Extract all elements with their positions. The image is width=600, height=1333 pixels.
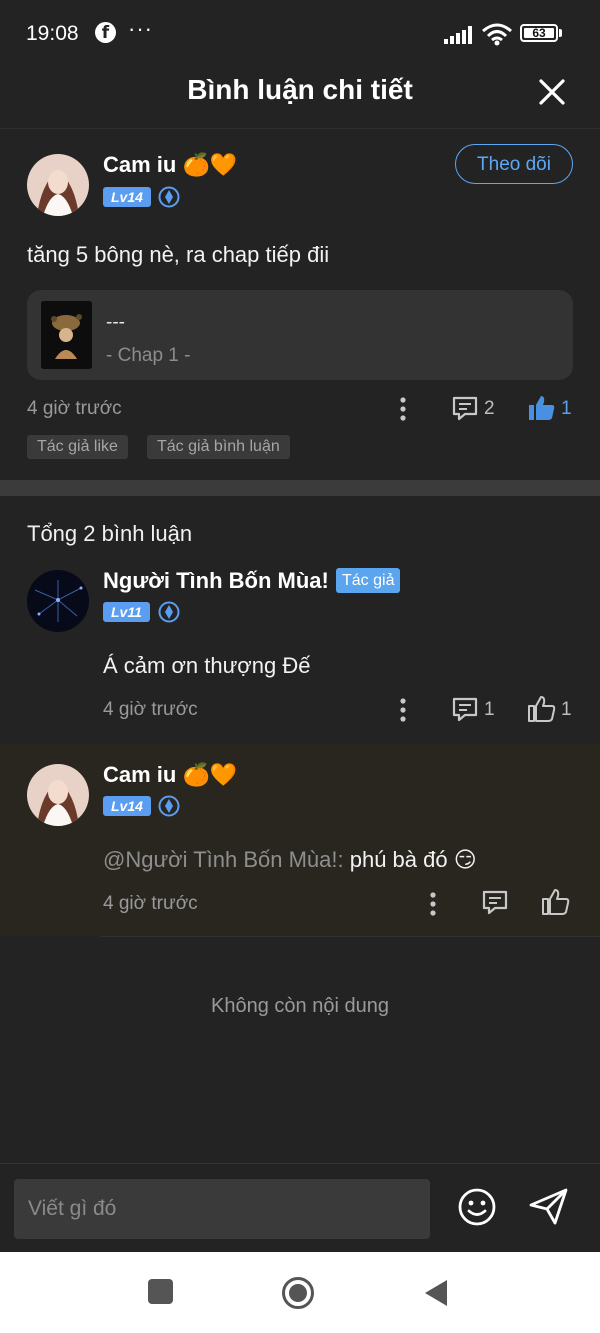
more-options-icon[interactable] xyxy=(426,891,440,917)
reply-icon[interactable] xyxy=(451,696,479,723)
battery-icon: 63 xyxy=(520,24,558,42)
status-bar: 19:08 f ··· 63 xyxy=(0,0,600,66)
recent-apps-icon[interactable] xyxy=(148,1279,173,1304)
tag-author-comment: Tác giả bình luận xyxy=(147,435,290,459)
chapter-thumbnail xyxy=(41,301,92,369)
reply-icon[interactable] xyxy=(451,395,479,422)
level-badge: Lv14 xyxy=(103,796,151,816)
more-options-icon[interactable] xyxy=(396,396,410,422)
back-icon[interactable] xyxy=(423,1278,449,1308)
wifi-icon xyxy=(482,23,512,46)
username[interactable]: Cam iu 🍊🧡 xyxy=(103,762,237,788)
battery-cap xyxy=(559,29,562,37)
highlighted-reply xyxy=(0,744,600,936)
end-of-list-label: Không còn nội dung xyxy=(211,995,389,1017)
level-badge: Lv11 xyxy=(103,602,150,622)
battery-level: 63 xyxy=(532,26,546,40)
avatar[interactable] xyxy=(27,570,89,632)
reply-time: 4 giờ trước xyxy=(103,893,198,914)
send-icon[interactable] xyxy=(528,1187,570,1227)
verified-icon xyxy=(158,795,180,817)
reply-icon[interactable] xyxy=(481,889,509,916)
like-icon-active[interactable] xyxy=(527,393,557,423)
comment-time: 4 giờ trước xyxy=(27,398,122,419)
facebook-icon: f xyxy=(95,22,116,43)
author-badge: Tác giả xyxy=(336,568,401,593)
status-more: ··· xyxy=(128,16,153,41)
chapter-title: --- xyxy=(106,312,125,333)
reply-count: 2 xyxy=(484,398,495,419)
reply-divider xyxy=(100,936,600,937)
avatar[interactable] xyxy=(27,764,89,826)
username[interactable]: Người Tình Bốn Mùa! xyxy=(103,568,329,594)
verified-icon xyxy=(158,186,180,208)
like-count: 1 xyxy=(561,398,572,419)
composer-divider xyxy=(0,1163,600,1164)
section-divider xyxy=(0,480,600,496)
replies-count-label: Tổng 2 bình luận xyxy=(27,521,193,546)
reply-text: Á cảm ơn thượng Đế xyxy=(103,653,311,678)
level-badge: Lv14 xyxy=(103,187,151,207)
tag-author-like: Tác giả like xyxy=(27,435,128,459)
chapter-subtitle: - Chap 1 - xyxy=(106,345,191,366)
verified-icon xyxy=(158,601,180,623)
home-icon[interactable] xyxy=(281,1276,315,1310)
signal-icon xyxy=(444,26,472,44)
username[interactable]: Cam iu 🍊🧡 xyxy=(103,152,237,178)
page-title: Bình luận chi tiết xyxy=(187,74,413,105)
comment-text: tăng 5 bông nè, ra chap tiếp đii xyxy=(27,242,330,267)
emoji-icon[interactable] xyxy=(457,1187,497,1227)
like-count: 1 xyxy=(561,699,572,720)
more-options-icon[interactable] xyxy=(396,697,410,723)
like-icon[interactable] xyxy=(527,694,557,724)
avatar[interactable] xyxy=(27,154,89,216)
comment-input[interactable] xyxy=(14,1179,430,1239)
header-divider xyxy=(0,128,600,129)
reply-count: 1 xyxy=(484,699,495,720)
mention-link[interactable]: @Người Tình Bốn Mùa!: xyxy=(103,847,344,872)
reply-text-line: @Người Tình Bốn Mùa!: phú bà đó 😏 xyxy=(103,847,477,873)
status-time: 19:08 xyxy=(26,22,79,45)
like-icon[interactable] xyxy=(541,887,571,917)
close-icon[interactable] xyxy=(532,72,572,112)
reply-text: phú bà đó 😏 xyxy=(343,847,477,872)
follow-button[interactable]: Theo dõi xyxy=(455,144,573,184)
reply-time: 4 giờ trước xyxy=(103,699,198,720)
